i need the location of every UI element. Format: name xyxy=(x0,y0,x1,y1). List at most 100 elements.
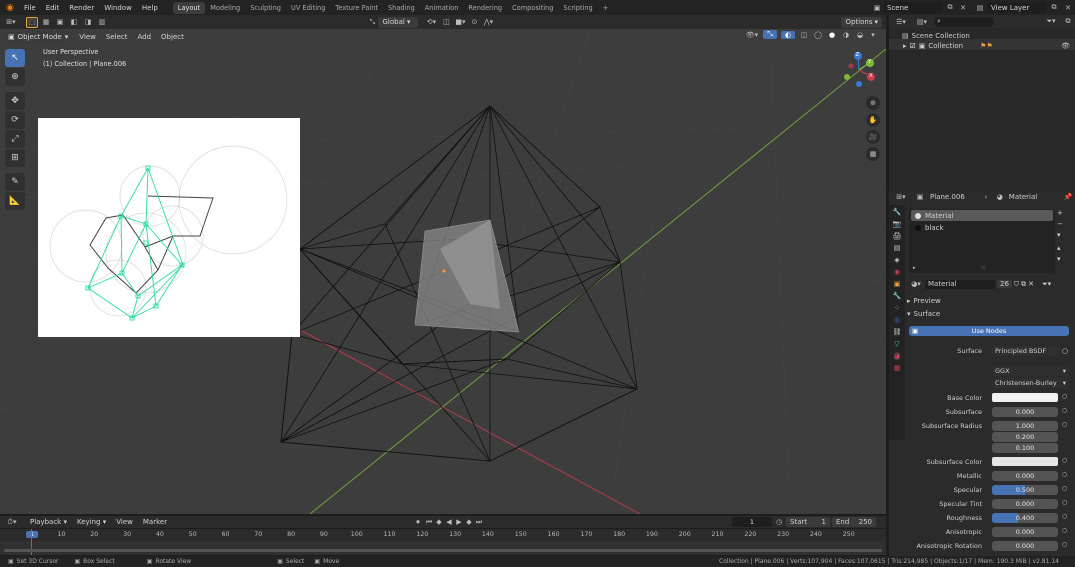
viewport-menu-object[interactable]: Object xyxy=(156,33,189,41)
tab-scripting[interactable]: Scripting xyxy=(558,2,597,14)
menu-help[interactable]: Help xyxy=(137,4,163,12)
socket-icon[interactable]: ○ xyxy=(1062,527,1067,534)
property-value-field[interactable]: 0.400 xyxy=(992,513,1058,523)
menu-edit[interactable]: Edit xyxy=(41,4,65,12)
snap-icon[interactable]: ◫ xyxy=(440,18,452,26)
add-workspace-button[interactable]: + xyxy=(598,2,614,14)
material-name-field[interactable]: Material xyxy=(925,279,995,289)
material-filter-icon[interactable]: ⏷▾ xyxy=(1042,280,1051,289)
scene-tab-icon[interactable]: ◈ xyxy=(894,256,899,264)
outliner-editor-icon[interactable]: ☰▾ xyxy=(892,18,910,26)
options-dropdown[interactable]: Options ▾ xyxy=(841,16,882,28)
add-slot-icon[interactable]: + xyxy=(1057,209,1063,217)
new-scene-icon[interactable]: ⧉ xyxy=(943,3,957,12)
editor-type-icon[interactable]: ⊞▾ xyxy=(2,18,20,26)
property-value-field[interactable]: 0.000 xyxy=(992,541,1058,551)
material-slot[interactable]: black xyxy=(911,222,1053,233)
property-value-field[interactable]: 0.000 xyxy=(992,407,1058,417)
annotate-tool-icon[interactable]: ✎ xyxy=(5,173,25,191)
rendered-shading-icon[interactable]: ◒ xyxy=(855,31,865,39)
timeline-menu-marker[interactable]: Marker xyxy=(138,518,172,526)
move-down-icon[interactable]: ▾ xyxy=(1057,255,1063,263)
properties-editor-icon[interactable]: ⊞▾ xyxy=(892,193,910,201)
tab-uv-editing[interactable]: UV Editing xyxy=(286,2,330,14)
fake-user-icon[interactable]: ⛉ xyxy=(1014,280,1019,289)
socket-icon[interactable]: ○ xyxy=(1062,457,1067,464)
mode-set-icon[interactable]: ▦ xyxy=(40,17,52,28)
viewport-menu-add[interactable]: Add xyxy=(132,33,156,41)
wireframe-shading-icon[interactable]: ◯ xyxy=(813,31,823,39)
cursor-tool-icon[interactable]: ⊕ xyxy=(5,68,25,86)
property-value-field[interactable]: 0.000 xyxy=(992,527,1058,537)
outliner-row-scene-collection[interactable]: ▤ Scene Collection xyxy=(889,28,1075,40)
property-value-field[interactable]: 1.000 xyxy=(992,421,1058,431)
3d-viewport[interactable]: User Perspective (1) Collection | Plane.… xyxy=(0,29,886,514)
outliner-search-input[interactable] xyxy=(940,17,991,26)
solid-shading-icon[interactable]: ● xyxy=(827,31,837,39)
tab-modeling[interactable]: Modeling xyxy=(205,2,245,14)
mode-intersect-icon[interactable]: ▥ xyxy=(96,17,108,28)
checkbox-icon[interactable]: ☑ xyxy=(910,42,916,50)
pivot-icon[interactable]: ⟲▾ xyxy=(422,18,440,26)
view-layer-selector[interactable]: View Layer xyxy=(987,2,1047,13)
jump-start-icon[interactable]: ⏮ xyxy=(424,518,434,527)
new-collection-icon[interactable]: ⧉ xyxy=(1061,17,1075,26)
tab-animation[interactable]: Animation xyxy=(420,2,464,14)
socket-icon[interactable]: ○ xyxy=(1062,393,1067,400)
object-tab-icon[interactable]: ▣ xyxy=(894,280,901,288)
property-value-field[interactable]: 0.200 xyxy=(992,432,1058,442)
viewport-menu-select[interactable]: Select xyxy=(101,33,133,41)
property-value-field[interactable]: 0.100 xyxy=(992,443,1058,453)
socket-icon[interactable]: ○ xyxy=(1062,513,1067,520)
timeline-menu-keying[interactable]: Keying ▾ xyxy=(72,518,111,526)
eye-icon[interactable]: 👁 xyxy=(1061,42,1070,50)
tab-layout[interactable]: Layout xyxy=(172,1,206,14)
timeline-scrollbar[interactable] xyxy=(4,549,882,552)
material-slot[interactable]: Material xyxy=(911,210,1053,221)
slot-menu-icon[interactable]: ▾ xyxy=(1057,231,1063,239)
camera-view-icon[interactable]: 🎥 xyxy=(866,130,880,144)
material-tab-icon[interactable]: ◕ xyxy=(893,352,901,360)
property-value-field[interactable]: 0.000 xyxy=(992,499,1058,509)
scale-tool-icon[interactable]: ⤢ xyxy=(5,130,25,148)
socket-icon[interactable]: ○ xyxy=(1062,541,1067,548)
timeline-editor-icon[interactable]: ⏱▾ xyxy=(3,518,21,527)
expand-arrow-icon[interactable]: ▸ xyxy=(903,42,907,50)
timeline-menu-view[interactable]: View xyxy=(111,518,138,526)
list-resize-grip-icon[interactable]: ⁞⁞⁞ xyxy=(981,265,986,271)
perspective-toggle-icon[interactable]: ▦ xyxy=(866,147,880,161)
world-tab-icon[interactable]: ◉ xyxy=(894,268,900,276)
timeline-area[interactable]: 1102030405060708090100110120130140150160… xyxy=(0,529,886,555)
subsurface-method-dropdown[interactable]: Christensen-Burley ▾ xyxy=(992,378,1069,388)
duplicate-material-icon[interactable]: ⧉ xyxy=(1021,280,1026,289)
delete-view-layer-icon[interactable]: ✕ xyxy=(1061,4,1075,12)
shading-options-icon[interactable]: ▾ xyxy=(869,31,877,39)
snap-target-icon[interactable]: ■▾ xyxy=(452,18,468,26)
property-value-field[interactable]: 0.500 xyxy=(992,485,1058,495)
surface-panel-header[interactable]: ▾ Surface xyxy=(907,310,940,318)
zoom-icon[interactable]: ⊕ xyxy=(866,96,880,110)
surface-socket-icon[interactable]: ○ xyxy=(1062,347,1068,355)
proportional-edit-icon[interactable]: ⊙ xyxy=(468,18,480,26)
tab-rendering[interactable]: Rendering xyxy=(463,2,507,14)
prev-keyframe-icon[interactable]: ◆ xyxy=(434,518,444,526)
data-tab-icon[interactable]: ▽ xyxy=(894,340,899,348)
transform-tool-icon[interactable]: ⊞ xyxy=(5,149,25,167)
move-tool-icon[interactable]: ✥ xyxy=(5,92,25,110)
view-layer-icon[interactable]: ▤ xyxy=(973,4,987,12)
remove-slot-icon[interactable]: − xyxy=(1057,220,1063,228)
use-nodes-button[interactable]: ▣ Use Nodes xyxy=(909,326,1069,336)
timeline-ruler[interactable]: 1102030405060708090100110120130140150160… xyxy=(0,529,886,541)
menu-window[interactable]: Window xyxy=(99,4,137,12)
end-frame-field[interactable]: End 250 xyxy=(832,517,876,527)
material-shading-icon[interactable]: ◑ xyxy=(841,31,851,39)
jump-end-icon[interactable]: ⏭ xyxy=(474,518,484,527)
socket-icon[interactable]: ○ xyxy=(1062,485,1067,492)
rotate-tool-icon[interactable]: ⟳ xyxy=(5,111,25,129)
current-frame-field[interactable]: 1 xyxy=(732,517,772,527)
tool-tab-icon[interactable]: 🔧 xyxy=(893,208,902,216)
modifier-tab-icon[interactable]: 🔧 xyxy=(893,292,902,300)
view-layer-tab-icon[interactable]: ▤ xyxy=(894,244,901,252)
proportional-falloff-icon[interactable]: ⋀▾ xyxy=(480,18,496,26)
material-browse-icon[interactable]: ◕▾ xyxy=(909,280,923,288)
